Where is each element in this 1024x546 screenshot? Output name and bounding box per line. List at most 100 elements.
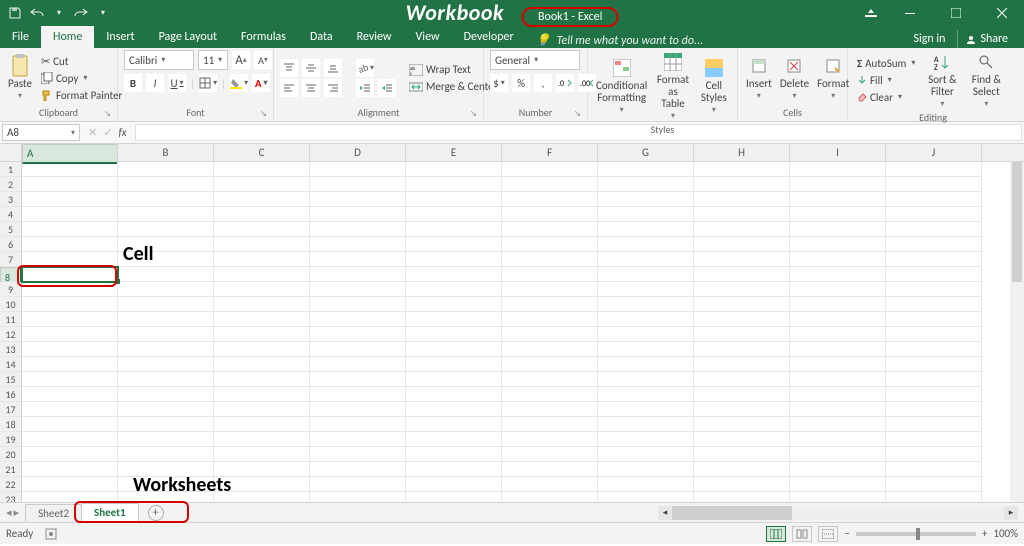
macro-record-icon[interactable] [45,528,57,540]
font-launcher-icon[interactable]: ↘ [260,109,267,119]
tab-home[interactable]: Home [41,26,94,48]
cell[interactable] [406,162,502,177]
cell[interactable] [406,447,502,462]
cell[interactable] [310,372,406,387]
zoom-in-button[interactable]: + [982,527,987,540]
cell[interactable] [214,207,310,222]
cell[interactable] [694,282,790,297]
minimize-button[interactable] [888,0,932,26]
cell[interactable] [214,417,310,432]
cell[interactable] [310,282,406,297]
save-icon[interactable] [8,6,22,20]
cell[interactable] [790,417,886,432]
cell[interactable] [502,417,598,432]
cell[interactable] [790,267,886,282]
view-page-layout-button[interactable] [792,526,812,542]
cell[interactable] [406,492,502,502]
underline-button[interactable]: U [168,74,186,92]
cell[interactable] [886,492,982,502]
column-header[interactable]: J [886,144,982,161]
sort-filter-button[interactable]: AZSort & Filter▾ [922,50,962,111]
cell[interactable] [22,312,118,327]
cell[interactable] [502,477,598,492]
cell[interactable] [214,267,310,282]
cell[interactable] [502,162,598,177]
undo-dropdown-icon[interactable]: ▾ [52,6,66,20]
cell[interactable] [502,492,598,502]
cell[interactable] [22,342,118,357]
cell[interactable] [214,372,310,387]
orientation-button[interactable]: ab [356,59,374,77]
cell[interactable] [214,342,310,357]
cell[interactable] [694,192,790,207]
cell[interactable] [406,402,502,417]
row-header[interactable]: 3 [0,192,22,207]
cell[interactable] [406,297,502,312]
cell[interactable] [214,492,310,502]
cell[interactable] [118,447,214,462]
cell[interactable] [22,477,118,492]
cell[interactable] [22,447,118,462]
cell[interactable] [886,462,982,477]
cell[interactable] [310,252,406,267]
cell[interactable] [310,477,406,492]
column-header[interactable]: B [118,144,214,161]
cell[interactable] [406,222,502,237]
fill-color-button[interactable] [230,74,248,92]
cell[interactable] [502,327,598,342]
sheet-tab-sheet2[interactable]: Sheet2 [25,504,82,522]
align-bottom-button[interactable] [324,59,342,77]
row-header[interactable]: 20 [0,447,22,462]
tab-view[interactable]: View [404,26,452,48]
row-header[interactable]: 14 [0,357,22,372]
cell[interactable] [406,192,502,207]
cell[interactable] [406,477,502,492]
row-header[interactable]: 4 [0,207,22,222]
cell[interactable] [118,402,214,417]
cell[interactable] [22,432,118,447]
column-header[interactable]: C [214,144,310,161]
cell[interactable] [22,402,118,417]
cell[interactable] [886,192,982,207]
cell[interactable] [886,447,982,462]
cell[interactable] [118,177,214,192]
cell[interactable] [502,207,598,222]
cell[interactable] [310,432,406,447]
view-normal-button[interactable] [766,526,786,542]
cell[interactable] [310,387,406,402]
cell[interactable] [694,207,790,222]
select-all-corner[interactable] [0,144,22,161]
cell-styles-button[interactable]: Cell Styles▾ [697,56,731,117]
cell[interactable] [310,162,406,177]
autosum-dropdown-icon[interactable] [909,58,915,68]
cell[interactable] [502,237,598,252]
cell[interactable] [118,342,214,357]
cell[interactable] [118,252,214,267]
cell[interactable] [886,417,982,432]
cell[interactable] [214,222,310,237]
cell[interactable] [22,162,118,177]
cell[interactable] [22,207,118,222]
sheet-nav-prev[interactable]: ◂ [6,506,12,519]
cell[interactable] [406,432,502,447]
cell[interactable] [790,312,886,327]
cell[interactable] [502,372,598,387]
cell[interactable] [22,372,118,387]
cell[interactable] [886,297,982,312]
cell[interactable] [598,462,694,477]
view-page-break-button[interactable] [818,526,838,542]
cell[interactable] [502,462,598,477]
cell[interactable] [598,417,694,432]
cell[interactable] [886,477,982,492]
cell[interactable] [790,252,886,267]
bold-button[interactable]: B [124,74,142,92]
italic-button[interactable]: I [146,74,164,92]
cell[interactable] [214,327,310,342]
row-header[interactable]: 5 [0,222,22,237]
accounting-format-button[interactable]: $ [490,74,508,92]
find-select-button[interactable]: Find & Select▾ [966,50,1006,111]
cell[interactable] [214,162,310,177]
cell[interactable] [310,417,406,432]
cell[interactable] [214,312,310,327]
cell[interactable] [214,252,310,267]
